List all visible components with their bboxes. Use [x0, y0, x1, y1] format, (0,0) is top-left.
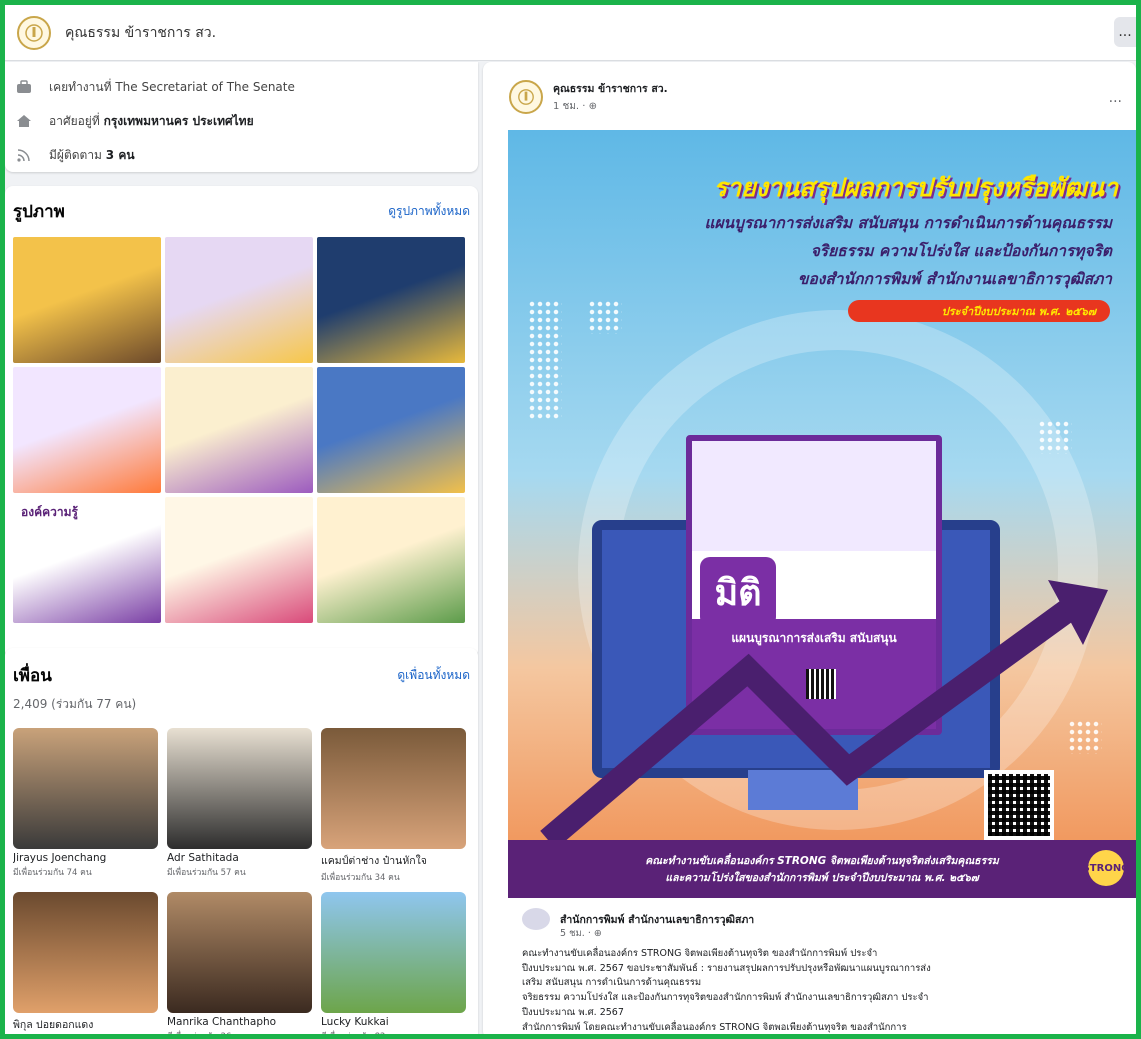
hometown-link[interactable]: กรุงเทพมหานคร ประเทศไทย	[104, 112, 254, 131]
shared-timestamp[interactable]: 5 ชม. · ⊕	[560, 926, 1122, 941]
friends-count: 2,409 (ร่วมกัน 77 คน)	[13, 697, 137, 711]
left-column: เคยทำงานที่ The Secretariat of The Senat…	[5, 62, 478, 1039]
rss-icon	[13, 147, 35, 163]
friend-mutual-count: มีเพื่อนร่วมกัน 34 คน	[321, 873, 400, 883]
intro-hometown: อาศัยอยู่ที่ กรุงเทพมหานคร ประเทศไทย	[13, 104, 470, 138]
see-all-friends-link[interactable]: ดูเพื่อนทั้งหมด	[397, 666, 470, 685]
friend-photo[interactable]	[167, 728, 312, 849]
friend-tile[interactable]: Lucky Kukkai มีเพื่อนร่วมกัน 82 คน	[321, 892, 466, 1039]
friends-title[interactable]: เพื่อน	[13, 662, 52, 689]
photo-thumbnail[interactable]	[13, 237, 161, 363]
friend-name[interactable]: Jirayus Joenchang	[13, 852, 158, 864]
friend-name[interactable]: Adr Sathitada	[167, 852, 312, 864]
post-author-name[interactable]: คุณธรรม ข้าราชการ สว.	[553, 80, 668, 97]
globe-icon: ⊕	[588, 101, 598, 112]
page-title[interactable]: คุณธรรม ข้าราชการ สว.	[65, 22, 216, 44]
shared-text-line: ปีงบประมาณ พ.ศ. 2567 ขอประชาสัมพันธ์ : ร…	[522, 962, 931, 974]
shared-post-text: คณะทำงานขับเคลื่อนองค์กร STRONG จิตพอเพี…	[522, 947, 1122, 1035]
more-options-button[interactable]: ...	[1114, 17, 1136, 47]
hometown-prefix: อาศัยอยู่ที่	[49, 113, 100, 128]
friend-name[interactable]: Lucky Kukkai	[321, 1016, 466, 1028]
photo-thumbnail[interactable]: องค์ความรู้	[13, 497, 161, 623]
shared-text-line: สำนักการพิมพ์ โดยคณะทำงานขับเคลื่อนองค์ก…	[522, 1021, 907, 1033]
shared-text-line: ปีงบประมาณ พ.ศ. 2567	[522, 1006, 624, 1018]
friend-name[interactable]: แคมป์ต่าช่าง ป๋านหักใจ	[321, 852, 466, 869]
post-card: คุณธรรม ข้าราชการ สว. 1 ชม. · ⊕ ... รายง…	[483, 62, 1136, 1039]
photo-tile-text: องค์ความรู้	[21, 505, 78, 519]
emblem-icon	[518, 89, 534, 105]
globe-icon: ⊕	[593, 928, 602, 939]
photo-thumbnail[interactable]	[165, 367, 313, 493]
poster-footer: คณะทำงานขับเคลื่อนองค์กร STRONG จิตพอเพี…	[508, 840, 1136, 898]
post-image[interactable]: รายงานสรุปผลการปรับปรุงหรือพัฒนา แผนบูรณ…	[508, 130, 1136, 898]
strong-logo: STRONG	[1083, 850, 1129, 886]
photos-title[interactable]: รูปภาพ	[13, 198, 65, 225]
intro-workplace: เคยทำงานที่ The Secretariat of The Senat…	[13, 70, 470, 104]
friend-tile[interactable]: Adr Sathitada มีเพื่อนร่วมกัน 57 คน	[167, 728, 312, 884]
photo-thumbnail[interactable]	[317, 367, 465, 493]
friend-tile[interactable]: Jirayus Joenchang มีเพื่อนร่วมกัน 74 คน	[13, 728, 158, 884]
followers-prefix: มีผู้ติดตาม	[49, 147, 102, 162]
photo-thumbnail[interactable]	[165, 237, 313, 363]
poster-footer-line-1: คณะทำงานขับเคลื่อนองค์กร STRONG จิตพอเพี…	[645, 855, 999, 867]
workplace-text: เคยทำงานที่ The Secretariat of The Senat…	[49, 79, 295, 94]
poster-qr-code	[984, 770, 1054, 840]
shared-text-line: เสริม สนับสนุน การดำเนินการด้านคุณธรรม	[522, 977, 702, 989]
friend-tile[interactable]: พิกุล ปอยดอกแดง	[13, 892, 158, 1039]
photo-grid: องค์ความรู้	[13, 237, 470, 623]
friend-photo[interactable]	[13, 892, 158, 1013]
friend-mutual-count: มีเพื่อนร่วมกัน 74 คน	[13, 868, 92, 878]
page-avatar[interactable]	[17, 15, 51, 50]
emblem-icon	[25, 23, 43, 42]
photo-thumbnail[interactable]	[165, 497, 313, 623]
friend-photo[interactable]	[13, 728, 158, 849]
see-all-photos-link[interactable]: ดูรูปภาพทั้งหมด	[388, 202, 470, 221]
followers-count[interactable]: 3 คน	[106, 146, 135, 165]
friend-mutual-count: มีเพื่อนร่วมกัน 57 คน	[167, 868, 246, 878]
shared-post: สำนักการพิมพ์ สำนักงานเลขาธิการวุฒิสภา 5…	[508, 898, 1136, 1039]
post-timestamp[interactable]: 1 ชม. · ⊕	[553, 99, 668, 114]
friend-grid: Jirayus Joenchang มีเพื่อนร่วมกัน 74 คน Ad…	[13, 728, 470, 1039]
shared-author-name[interactable]: สำนักการพิมพ์ สำนักงานเลขาธิการวุฒิสภา	[560, 911, 754, 928]
photo-thumbnail[interactable]	[317, 497, 465, 623]
shared-author-avatar[interactable]	[522, 908, 550, 930]
briefcase-icon	[13, 79, 35, 95]
friend-name[interactable]: พิกุล ปอยดอกแดง	[13, 1016, 158, 1033]
photo-thumbnail[interactable]	[317, 237, 465, 363]
friend-mutual-count: มีเพื่อนร่วมกัน 82 คน	[321, 1032, 400, 1039]
photo-thumbnail[interactable]	[13, 367, 161, 493]
shared-text-line: จริยธรรม ความโปร่งใส และป้องกันการทุจริต…	[522, 992, 929, 1004]
post-more-button[interactable]: ...	[1109, 90, 1122, 106]
photos-card: รูปภาพ ดูรูปภาพทั้งหมด องค์ความรู้	[5, 186, 478, 658]
friends-card: เพื่อน ดูเพื่อนทั้งหมด 2,409 (ร่วมกัน 77…	[5, 648, 478, 1039]
friend-photo[interactable]	[321, 728, 466, 849]
page-header-bar: คุณธรรม ข้าราชการ สว. ...	[5, 5, 1136, 61]
friend-photo[interactable]	[167, 892, 312, 1013]
friend-tile[interactable]: Manrika Chanthapho มีเพื่อนร่วมกัน 26 คน	[167, 892, 312, 1039]
friend-tile[interactable]: แคมป์ต่าช่าง ป๋านหักใจมีเพื่อนร่วมกัน 34…	[321, 728, 466, 884]
intro-card: เคยทำงานที่ The Secretariat of The Senat…	[5, 62, 478, 172]
friend-name[interactable]: Manrika Chanthapho	[167, 1016, 312, 1028]
poster-footer-line-2: และความโปร่งใสของสำนักการพิมพ์ ประจำปีงบ…	[665, 872, 979, 884]
home-icon	[13, 113, 35, 129]
shared-text-line: คณะทำงานขับเคลื่อนองค์กร STRONG จิตพอเพี…	[522, 948, 878, 959]
intro-followers: มีผู้ติดตาม 3 คน	[13, 138, 470, 172]
friend-mutual-count: มีเพื่อนร่วมกัน 26 คน	[167, 1032, 246, 1039]
friend-photo[interactable]	[321, 892, 466, 1013]
post-author-avatar[interactable]	[509, 80, 543, 114]
